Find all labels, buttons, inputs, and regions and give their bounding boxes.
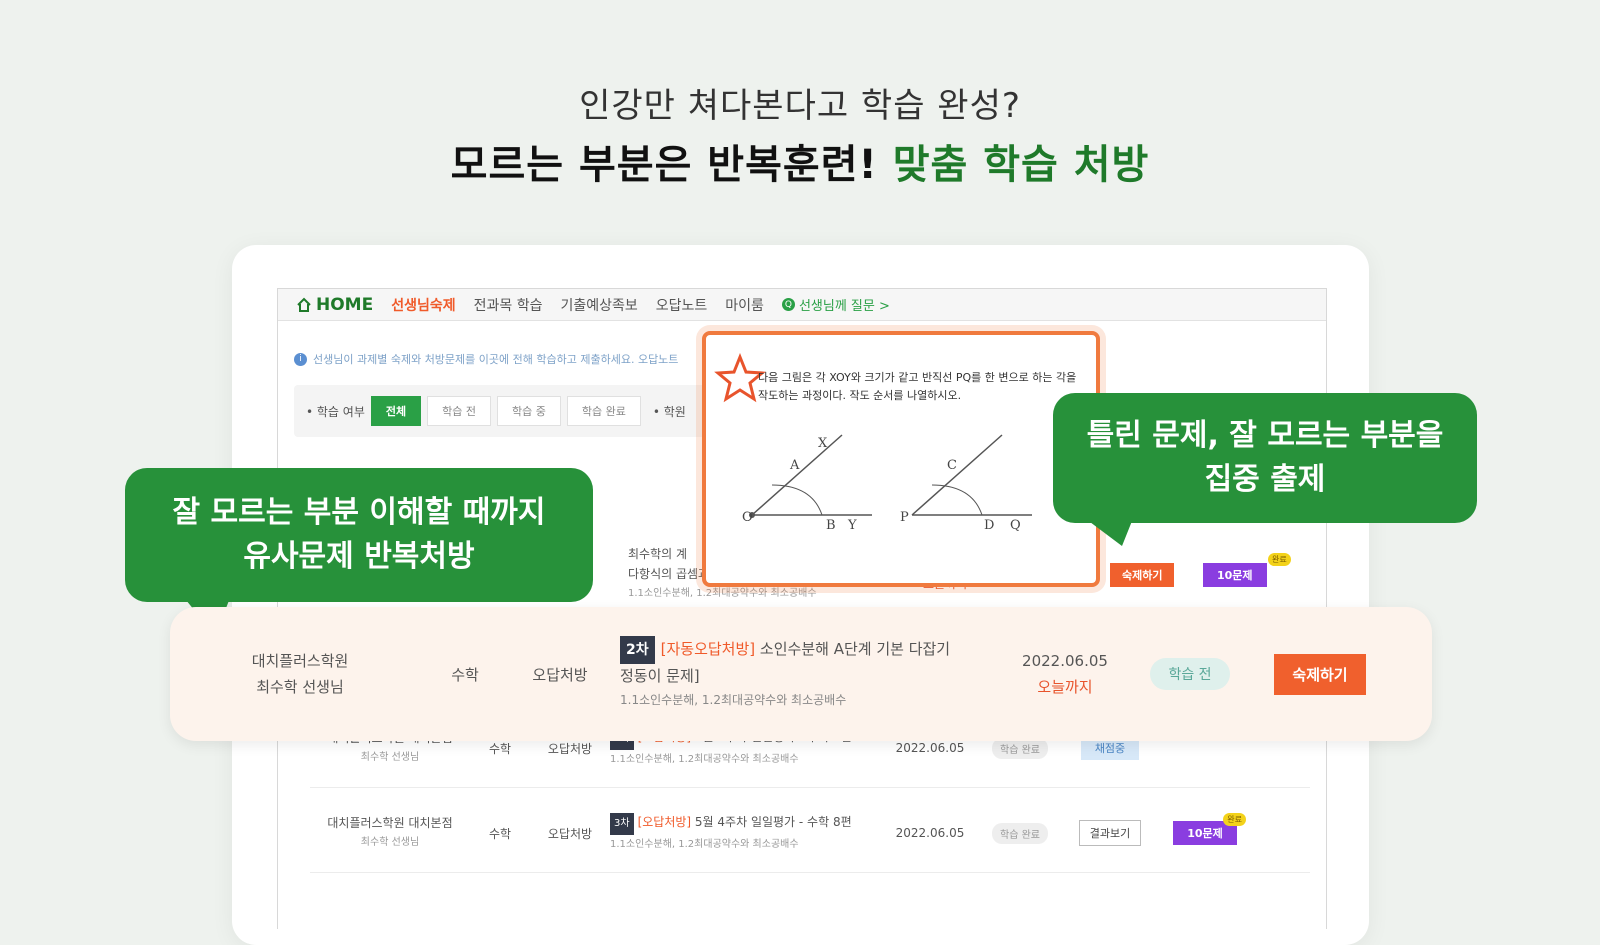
count-cell: 10문제 완료 — [1160, 813, 1250, 845]
geometry-figure: O A X B Y P C D Q — [742, 434, 1032, 533]
problem-popup: 다음 그림은 각 XOY와 크기가 같고 반직선 PQ를 한 변으로 하는 각을… — [702, 331, 1100, 587]
headline-main-text: 모르는 부분은 반복훈련! — [450, 142, 893, 188]
status-cell: 학습 완료 — [980, 822, 1060, 844]
headline-question: 인강만 쳐다본다고 학습 완성? — [579, 86, 1021, 126]
svg-text:P: P — [900, 510, 909, 525]
filter-bar: • 학습 여부 전체 학습 전 학습 중 학습 완료 • 학원 — [294, 385, 714, 437]
title-cell[interactable]: 3차[오답처방] 5월 4주차 일일평가 - 수학 8편 1.1소인수분해, 1… — [610, 812, 880, 855]
action-cell: 결과보기 — [1060, 820, 1160, 846]
date-cell: 2022.06.05 — [895, 741, 965, 755]
nav-item-teacher-homework[interactable]: 선생님숙제 — [391, 295, 455, 315]
hl-academy-cell: 대치플러스학원 최수학 선생님 — [170, 648, 430, 700]
nav-item-wrong-note[interactable]: 오답노트 — [656, 295, 708, 315]
info-icon: i — [294, 352, 307, 366]
status-badge: 학습 완료 — [992, 822, 1048, 844]
callout-right-line2: 집중 출제 — [1204, 462, 1326, 497]
title-sub: 1.1소인수분해, 1.2최대공약수와 최소공배수 — [610, 838, 799, 850]
ask-teacher-label: 선생님께 질문 > — [798, 299, 890, 314]
svg-text:Y: Y — [847, 518, 857, 533]
filter-chip-done[interactable]: 학습 완료 — [566, 396, 641, 426]
hl-status-badge: 학습 전 — [1150, 658, 1230, 690]
teacher-name: 최수학 선생님 — [360, 752, 420, 763]
callout-left-line1: 잘 모르는 부분 이해할 때까지 — [172, 495, 546, 530]
academy-name: 대치플러스학원 대치본점 — [327, 816, 453, 830]
svg-text:Q: Q — [1010, 518, 1021, 533]
home-link[interactable]: HOME — [296, 295, 373, 315]
hl-title-tag: [자동오답처방] — [660, 640, 756, 658]
hl-title-text: 소인수분해 A단계 기본 다잡기 — [759, 640, 951, 658]
svg-text:A: A — [789, 458, 800, 473]
title-tag: [오답처방] — [637, 814, 692, 829]
type-cell: 오답처방 — [547, 826, 593, 841]
headline-accent: 맞춤 학습 처방 — [892, 142, 1150, 188]
type-cell: 오답처방 — [547, 741, 593, 756]
callout-right: 틀린 문제, 잘 모르는 부분을 집중 출제 — [1053, 393, 1477, 523]
row-top-done-badge: 완료 — [1268, 553, 1291, 566]
hl-academy-name: 대치플러스학원 — [251, 652, 349, 670]
svg-text:O: O — [742, 510, 753, 525]
notice-text: 선생님이 과제별 숙제와 처방문제를 이곳에 전해 학습하고 제출하세요. 오답… — [313, 353, 679, 366]
callout-right-line1: 틀린 문제, 잘 모르는 부분을 — [1086, 418, 1444, 453]
problem-text: 다음 그림은 각 XOY와 크기가 같고 반직선 PQ를 한 변으로 하는 각을… — [758, 371, 1077, 402]
done-badge: 완료 — [1223, 813, 1246, 826]
question-icon: Q — [781, 298, 795, 311]
filter-chip-before[interactable]: 학습 전 — [427, 396, 491, 426]
headline-main: 모르는 부분은 반복훈련! 맞춤 학습 처방 — [0, 132, 1600, 190]
svg-text:C: C — [947, 458, 957, 473]
home-icon — [297, 297, 311, 312]
svg-text:B: B — [826, 518, 836, 533]
hl-round-badge: 2차 — [620, 636, 655, 664]
row-top-count-button[interactable]: 10문제 — [1203, 563, 1267, 587]
hl-date-cell: 2022.06.05 오늘까지 — [1000, 648, 1130, 700]
teacher-name: 최수학 선생님 — [360, 837, 420, 848]
nav-item-exam-prep[interactable]: 기출예상족보 — [560, 295, 637, 315]
hl-type-cell: 오답처방 — [532, 665, 588, 684]
hl-title-sub: 1.1소인수분해, 1.2최대공약수와 최소공배수 — [620, 693, 847, 707]
callout-left: 잘 모르는 부분 이해할 때까지 유사문제 반복처방 — [125, 468, 593, 602]
subject-cell: 수학 — [488, 826, 512, 841]
hl-subject-cell: 수학 — [451, 665, 479, 684]
top-nav: HOME 선생님숙제 전과목 학습 기출예상족보 오답노트 마이룸 Q 선생님께… — [278, 289, 1326, 321]
svg-text:D: D — [984, 518, 994, 533]
table-row: 대치플러스학원 대치본점 최수학 선생님 수학 오답처방 3차[오답처방] 5월… — [310, 794, 1310, 873]
hl-status-cell: 학습 전 — [1130, 658, 1250, 690]
filter-label-status: • 학습 여부 — [306, 404, 365, 419]
svg-text:X: X — [818, 436, 828, 451]
notice-banner: i 선생님이 과제별 숙제와 처방문제를 이곳에 전해 학습하고 제출하세요. … — [294, 351, 678, 367]
hl-teacher-name: 최수학 선생님 — [256, 678, 344, 696]
filter-chip-all[interactable]: 전체 — [370, 396, 422, 426]
home-label: HOME — [316, 294, 374, 315]
round-badge: 3차 — [610, 812, 634, 835]
title-text: 5월 4주차 일일평가 - 수학 8편 — [694, 814, 852, 829]
date-cell: 2022.06.05 — [895, 826, 965, 840]
highlighted-table-row: 대치플러스학원 최수학 선생님 수학 오답처방 2차 [자동오답처방] 소인수분해… — [170, 607, 1432, 741]
ask-teacher-link[interactable]: Q 선생님께 질문 > — [781, 295, 890, 314]
hl-date: 2022.06.05 — [1022, 652, 1108, 670]
hl-due: 오늘까지 — [1037, 678, 1093, 696]
hl-title-text2: 정동이 문제] — [620, 667, 700, 685]
hl-action-cell: 숙제하기 — [1250, 653, 1390, 695]
callout-left-line2: 유사문제 반복처방 — [243, 539, 475, 574]
filter-chip-in-progress[interactable]: 학습 중 — [496, 396, 561, 426]
hl-homework-button[interactable]: 숙제하기 — [1274, 653, 1366, 695]
nav-item-my-room[interactable]: 마이룸 — [725, 295, 764, 315]
nav-item-all-subjects[interactable]: 전과목 학습 — [474, 295, 543, 315]
title-sub: 1.1소인수분해, 1.2최대공약수와 최소공배수 — [610, 753, 799, 765]
filter-label-academy: • 학원 — [652, 404, 686, 419]
view-result-button[interactable]: 결과보기 — [1078, 820, 1142, 846]
subject-cell: 수학 — [488, 741, 512, 756]
academy-cell: 대치플러스학원 대치본점 최수학 선생님 — [310, 813, 470, 853]
row-top-homework-button[interactable]: 숙제하기 — [1110, 563, 1175, 587]
callout-right-tail — [1082, 516, 1134, 546]
hl-title-cell[interactable]: 2차 [자동오답처방] 소인수분해 A단계 기본 다잡기 정동이 문제] 1.1소… — [620, 636, 1000, 712]
